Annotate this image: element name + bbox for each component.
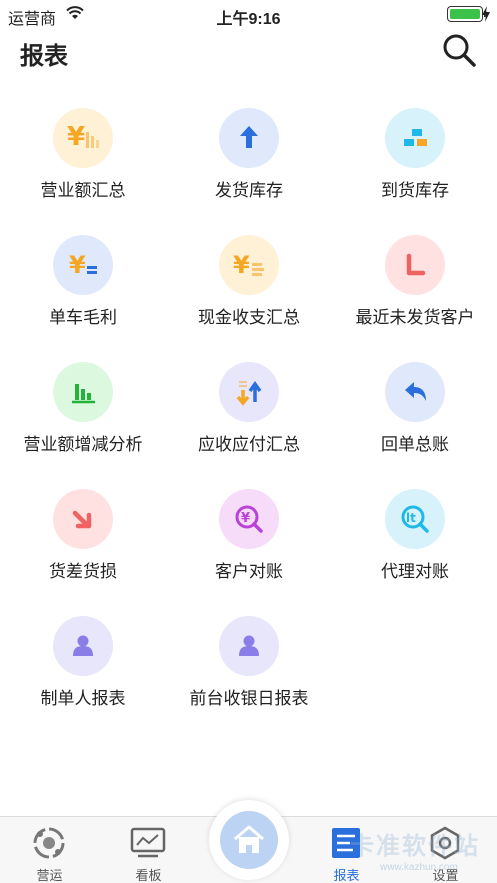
yuan-magnifier-icon: ¥	[219, 489, 279, 549]
svg-text:¥: ¥	[67, 122, 85, 152]
clock: 上午9:16	[216, 11, 281, 28]
search-icon[interactable]	[441, 32, 477, 68]
battery-icon	[447, 6, 487, 22]
report-item-label: 营业额汇总	[40, 181, 126, 200]
tab-label: 营运	[36, 868, 63, 883]
tab-dashboard[interactable]: 看板	[99, 817, 198, 883]
report-item[interactable]: 前台收银日报表	[166, 608, 332, 728]
down-right-arrow-icon	[53, 489, 113, 549]
l-corner-icon	[385, 235, 445, 295]
report-item[interactable]: 回单总账	[332, 354, 497, 474]
report-item[interactable]: 最近未发货客户	[332, 227, 497, 347]
report-item-label: 制单人报表	[40, 689, 126, 708]
bar-chart-icon	[53, 362, 113, 422]
app-header: 报表	[0, 28, 497, 76]
revenue-summary-icon: ¥	[53, 108, 113, 168]
report-item[interactable]: ¥ 单车毛利	[0, 227, 166, 347]
report-item[interactable]: ¥ 客户对账	[166, 481, 332, 601]
charging-icon	[482, 6, 490, 22]
report-item-label: 回单总账	[381, 435, 449, 454]
page-title: 报表	[20, 43, 68, 70]
report-item[interactable]: 应收应付汇总	[166, 354, 332, 474]
svg-text:lt: lt	[406, 511, 416, 525]
home-icon	[220, 811, 278, 869]
report-item-label: 发货库存	[215, 181, 283, 200]
report-item[interactable]: ¥ 营业额汇总	[0, 100, 166, 220]
upload-arrow-icon	[219, 108, 279, 168]
report-item-label: 营业额增减分析	[23, 435, 143, 454]
up-down-arrows-icon	[219, 362, 279, 422]
watermark: 卡准软件站	[350, 833, 480, 860]
report-item[interactable]: 货差货损	[0, 481, 166, 601]
report-item[interactable]: lt 代理对账	[332, 481, 497, 601]
report-item[interactable]: ¥ 现金收支汇总	[166, 227, 332, 347]
report-item[interactable]: 发货库存	[166, 100, 332, 220]
report-item-label: 货差货损	[49, 562, 117, 581]
report-item-label: 现金收支汇总	[198, 308, 300, 327]
svg-text:¥: ¥	[241, 511, 250, 526]
report-item-label: 到货库存	[381, 181, 449, 200]
report-item[interactable]: 制单人报表	[0, 608, 166, 728]
report-item[interactable]: 营业额增减分析	[0, 354, 166, 474]
svg-text:¥: ¥	[69, 251, 86, 279]
report-item-label: 客户对账	[215, 562, 283, 581]
yuan-equals-icon: ¥	[53, 235, 113, 295]
report-item-label: 前台收银日报表	[189, 689, 309, 708]
operations-icon	[30, 825, 68, 861]
report-item-label: 代理对账	[381, 562, 449, 581]
stacked-boxes-icon	[385, 108, 445, 168]
watermark-url: www.kazhun.com	[380, 862, 458, 873]
person-icon	[219, 616, 279, 676]
home-button[interactable]	[209, 800, 289, 880]
report-item-label: 单车毛利	[49, 308, 117, 327]
tab-operations[interactable]: 营运	[0, 817, 99, 883]
report-item-label: 最近未发货客户	[355, 308, 475, 327]
dashboard-monitor-icon	[129, 825, 167, 861]
reply-arrow-icon	[385, 362, 445, 422]
report-item-label: 应收应付汇总	[198, 435, 300, 454]
tab-label: 看板	[135, 868, 162, 883]
yuan-coins-icon: ¥	[219, 235, 279, 295]
report-item[interactable]: 到货库存	[332, 100, 497, 220]
person-icon	[53, 616, 113, 676]
lt-magnifier-icon: lt	[385, 489, 445, 549]
status-bar: 运营商 上午9:16	[0, 0, 497, 28]
svg-text:¥: ¥	[233, 251, 250, 279]
